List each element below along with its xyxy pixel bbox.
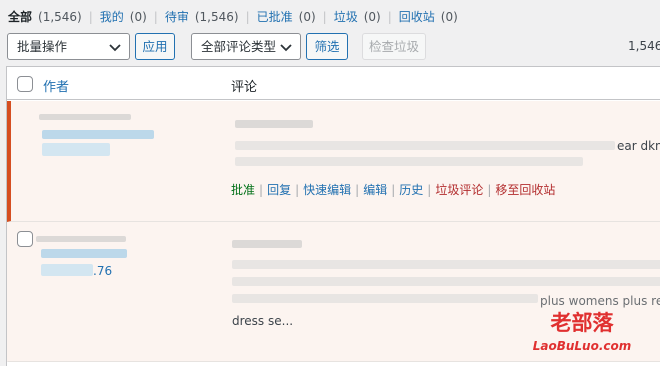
table-row: ear dkny 批准|回复|快速编辑|编辑|历史|垃圾评论|移至回收站: [7, 101, 660, 222]
filter-spam[interactable]: 垃圾: [334, 10, 358, 24]
comment-text-tail: plus womens plus red: [540, 294, 660, 308]
status-filter-bar: 全部 (1,546) | 我的 (0) | 待审 (1,546) | 已批准 (0) | 垃圾 (0) | 回…: [8, 10, 458, 24]
filter-all[interactable]: 全部 (1,546): [8, 10, 82, 24]
author-name-redacted: [39, 114, 131, 120]
table-header: 作者 评论: [7, 67, 660, 100]
comment-meta-redacted: [235, 120, 313, 128]
trash-link[interactable]: 移至回收站: [495, 183, 555, 197]
comment-type-select[interactable]: 全部评论类型: [191, 33, 301, 60]
quick-edit-link[interactable]: 快速编辑: [303, 183, 351, 197]
comment-text-redacted: [232, 277, 660, 286]
comment-text-redacted: [232, 294, 538, 303]
comment-meta-redacted: [232, 240, 302, 248]
author-email-redacted: [41, 249, 127, 258]
author-email-redacted: [42, 130, 154, 139]
author-ip-redacted: [41, 264, 93, 276]
row-checkbox[interactable]: [17, 231, 33, 247]
chevron-down-icon: [109, 44, 121, 52]
select-all-checkbox[interactable]: [17, 76, 33, 92]
reply-link[interactable]: 回复: [267, 183, 291, 197]
history-link[interactable]: 历史: [399, 183, 423, 197]
comment-text-redacted: [235, 141, 615, 150]
author-ip-redacted: [42, 143, 110, 156]
column-comment: 评论: [231, 80, 258, 95]
filter-approved[interactable]: 已批准: [257, 10, 293, 24]
author-ip-tail[interactable]: .76: [93, 264, 112, 278]
empty-spam-button[interactable]: 检查垃圾: [362, 33, 426, 60]
filter-trash[interactable]: 回收站: [399, 10, 435, 24]
comment-text-redacted: [235, 157, 583, 166]
author-name-redacted: [36, 236, 126, 242]
svg-text:老部落: 老部落: [551, 311, 615, 335]
bulk-action-select[interactable]: 批量操作: [7, 33, 130, 60]
chevron-down-icon: [280, 44, 292, 52]
apply-button[interactable]: 应用: [135, 33, 175, 60]
comment-type-value: 全部评论类型: [201, 39, 277, 54]
column-author[interactable]: 作者: [43, 76, 69, 95]
bulk-action-value: 批量操作: [17, 39, 68, 54]
spam-link[interactable]: 垃圾评论: [435, 183, 483, 197]
svg-text:LaoBuLuo.com: LaoBuLuo.com: [533, 339, 632, 353]
filter-pending[interactable]: 待审: [165, 10, 189, 24]
comment-text-redacted: [232, 260, 660, 269]
filter-button[interactable]: 筛选: [306, 33, 348, 60]
approve-link[interactable]: 批准: [231, 183, 255, 197]
comment-text-tail: dress se...: [232, 314, 294, 328]
row-actions: 批准 | 回复 | 快速编辑 | 编辑 | 历史 | 垃圾评论 | 移至回收站: [231, 183, 556, 197]
comment-text-tail: ear dkny: [617, 139, 660, 153]
filter-mine[interactable]: 我的: [100, 10, 124, 24]
edit-link[interactable]: 编辑: [363, 183, 387, 197]
site-watermark-logo: 老部落 LaoBuLuo.com: [533, 311, 632, 353]
items-count: 1,546: [628, 39, 660, 53]
